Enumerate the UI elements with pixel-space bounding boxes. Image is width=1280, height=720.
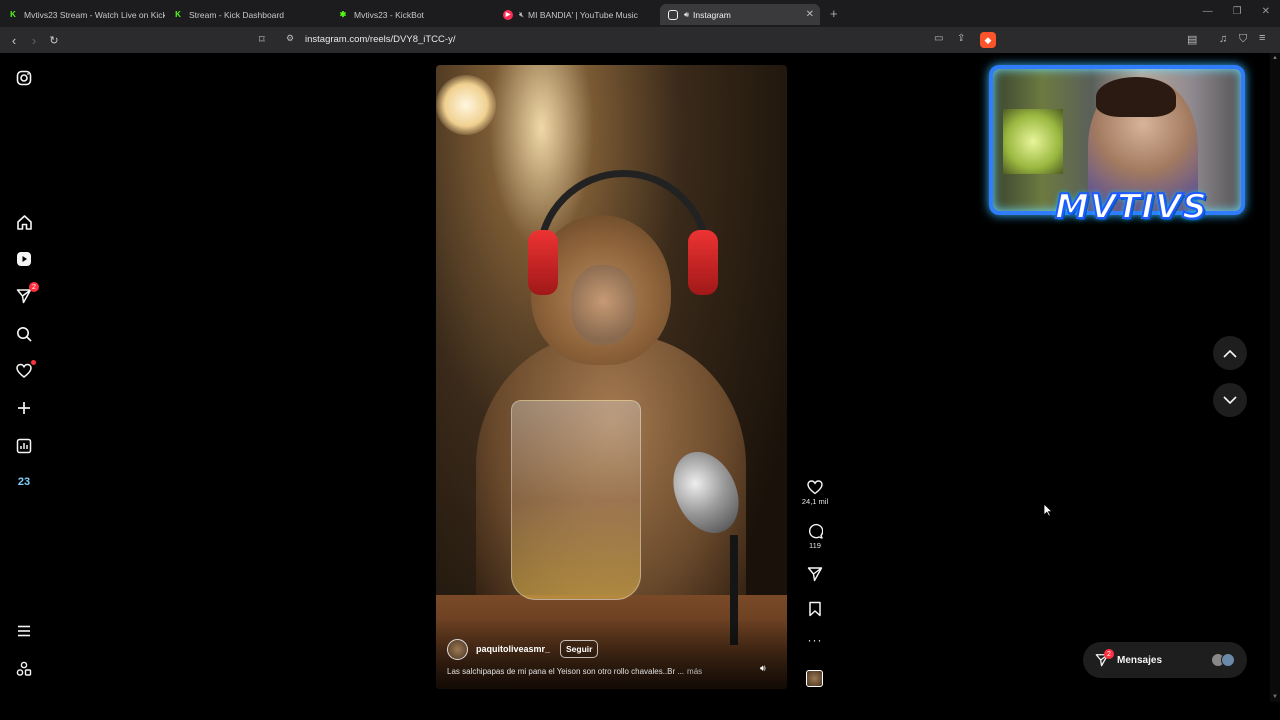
- tab-title: Instagram: [693, 9, 731, 20]
- avatar: [1221, 653, 1235, 667]
- kick-icon: K: [10, 10, 16, 19]
- address-bar: ‹ › ↻ ⌑ ⚙ instagram.com/reels/DVY8_iTCC-…: [0, 27, 1280, 53]
- reel-footer-gradient: [436, 619, 787, 689]
- messages-badge: 2: [1104, 649, 1114, 659]
- close-tab-icon[interactable]: ✕: [806, 9, 814, 20]
- share-button[interactable]: [800, 566, 830, 582]
- instagram-icon[interactable]: [14, 68, 34, 88]
- brave-shield-icon[interactable]: ◆: [980, 32, 996, 48]
- tab-kick-dashboard[interactable]: K Stream - Kick Dashboard: [165, 4, 330, 25]
- webcam-window: [1003, 109, 1063, 174]
- next-reel-button[interactable]: [1213, 383, 1247, 417]
- search-icon[interactable]: [14, 324, 34, 344]
- mouse-cursor-icon: [1043, 503, 1053, 517]
- like-button[interactable]: 24,1 mil: [800, 480, 830, 506]
- audio-thumbnail[interactable]: [806, 670, 823, 687]
- comment-icon: [809, 524, 823, 539]
- follow-button[interactable]: Seguir: [560, 640, 599, 658]
- tab-title: Stream - Kick Dashboard: [189, 9, 284, 20]
- youtube-music-icon: ▶: [503, 9, 513, 20]
- window-controls: — ❐ ✕: [1203, 6, 1270, 17]
- menu-icon[interactable]: ≡: [1259, 32, 1265, 44]
- send-icon: 2: [1095, 649, 1114, 667]
- url-field[interactable]: instagram.com/reels/DVY8_iTCC-y/: [305, 34, 455, 45]
- reels-icon[interactable]: [14, 249, 34, 269]
- notification-dot: [31, 360, 36, 365]
- volume-icon[interactable]: 🔊︎: [760, 663, 766, 674]
- save-button[interactable]: [800, 601, 830, 617]
- bookmark-icon: [809, 601, 821, 617]
- comment-count: 119: [809, 541, 821, 550]
- tab-kickbot[interactable]: ✱ Mvtivs23 - KickBot: [330, 4, 495, 25]
- previous-reel-button[interactable]: [1213, 336, 1247, 370]
- cast-icon[interactable]: ▭: [934, 33, 943, 44]
- vpn-icon[interactable]: ⛉: [1239, 33, 1247, 46]
- profile-icon[interactable]: 23: [14, 472, 34, 492]
- muted-icon[interactable]: 🔇︎: [519, 10, 524, 20]
- streamer-name-logo: MVTIVS: [1054, 186, 1208, 228]
- home-icon[interactable]: [14, 212, 34, 232]
- messages-label: Mensajes: [1117, 654, 1163, 666]
- new-tab-button[interactable]: +: [830, 6, 838, 21]
- tab-instagram[interactable]: 🔊︎ Instagram ✕: [660, 4, 820, 25]
- webcam-hair: [1096, 77, 1176, 117]
- chart-icon[interactable]: [14, 436, 34, 456]
- video-lamp: [436, 75, 496, 135]
- kick-icon: K: [175, 10, 181, 19]
- video-headphones: [536, 170, 711, 290]
- audio-playing-icon[interactable]: 🔊︎: [684, 10, 689, 20]
- forward-icon[interactable]: ›: [24, 33, 44, 48]
- video-headphone-right: [688, 230, 718, 295]
- page-scrollbar[interactable]: ▲ ▼: [1270, 53, 1280, 702]
- reel-username[interactable]: paquitoliveasmr_: [476, 644, 550, 654]
- chevron-down-icon: [1223, 395, 1237, 404]
- tab-title: MI BANDIA' | YouTube Music: [528, 9, 638, 20]
- reload-icon[interactable]: ↻: [44, 34, 64, 47]
- video-headphone-left: [528, 230, 558, 295]
- reel-caption[interactable]: Las salchipapas de mi pana el Yeison son…: [447, 667, 702, 676]
- close-window-icon[interactable]: ✕: [1262, 6, 1270, 17]
- bookmark-icon[interactable]: ⌑: [259, 33, 265, 46]
- scroll-up-icon[interactable]: ▲: [1272, 55, 1278, 61]
- sidebar-toggle-icon[interactable]: ▤: [1187, 33, 1197, 46]
- kickbot-icon: ✱: [339, 10, 347, 19]
- menu-icon[interactable]: [14, 621, 34, 641]
- messages-badge: 2: [29, 282, 39, 292]
- apps-icon[interactable]: [14, 659, 34, 679]
- heart-icon[interactable]: [14, 360, 36, 381]
- tab-title: Mvtivs23 - KickBot: [354, 9, 424, 20]
- tab-kick-stream[interactable]: K Mvtivs23 Stream - Watch Live on Kick: [0, 4, 165, 25]
- instagram-sidebar: 2 23: [0, 53, 48, 702]
- tab-title: Mvtivs23 Stream - Watch Live on Kick: [24, 9, 165, 20]
- site-info-icon[interactable]: ⚙: [286, 33, 294, 44]
- plus-icon[interactable]: [14, 398, 34, 418]
- more-options-icon[interactable]: ···: [800, 633, 830, 647]
- heart-icon: [807, 480, 823, 495]
- chevron-up-icon: [1223, 349, 1237, 358]
- reel-video[interactable]: paquitoliveasmr_ Seguir Las salchipapas …: [436, 65, 787, 689]
- avatar[interactable]: [447, 639, 468, 660]
- comment-button[interactable]: 119: [800, 523, 830, 550]
- like-count: 24,1 mil: [801, 497, 829, 506]
- video-fries-cup: [511, 400, 641, 600]
- send-icon: [807, 567, 823, 582]
- minimize-icon[interactable]: —: [1203, 6, 1213, 17]
- share-icon[interactable]: ⇪: [957, 33, 965, 44]
- back-icon[interactable]: ‹: [4, 33, 24, 48]
- send-icon[interactable]: 2: [14, 282, 39, 306]
- more-link[interactable]: más: [687, 667, 702, 676]
- tab-youtube-music[interactable]: ▶ 🔇︎ MI BANDIA' | YouTube Music: [495, 4, 660, 25]
- caption-text: Las salchipapas de mi pana el Yeison son…: [447, 667, 685, 676]
- instagram-icon: [668, 9, 678, 20]
- bottom-strip: [0, 702, 1280, 720]
- browser-tab-bar: K Mvtivs23 Stream - Watch Live on Kick K…: [0, 0, 1280, 27]
- media-icon[interactable]: ♫: [1219, 33, 1227, 45]
- scroll-down-icon[interactable]: ▼: [1272, 694, 1278, 700]
- restore-icon[interactable]: ❐: [1233, 6, 1242, 17]
- message-avatars: [1211, 653, 1235, 667]
- messages-bar[interactable]: 2 Mensajes: [1083, 642, 1247, 678]
